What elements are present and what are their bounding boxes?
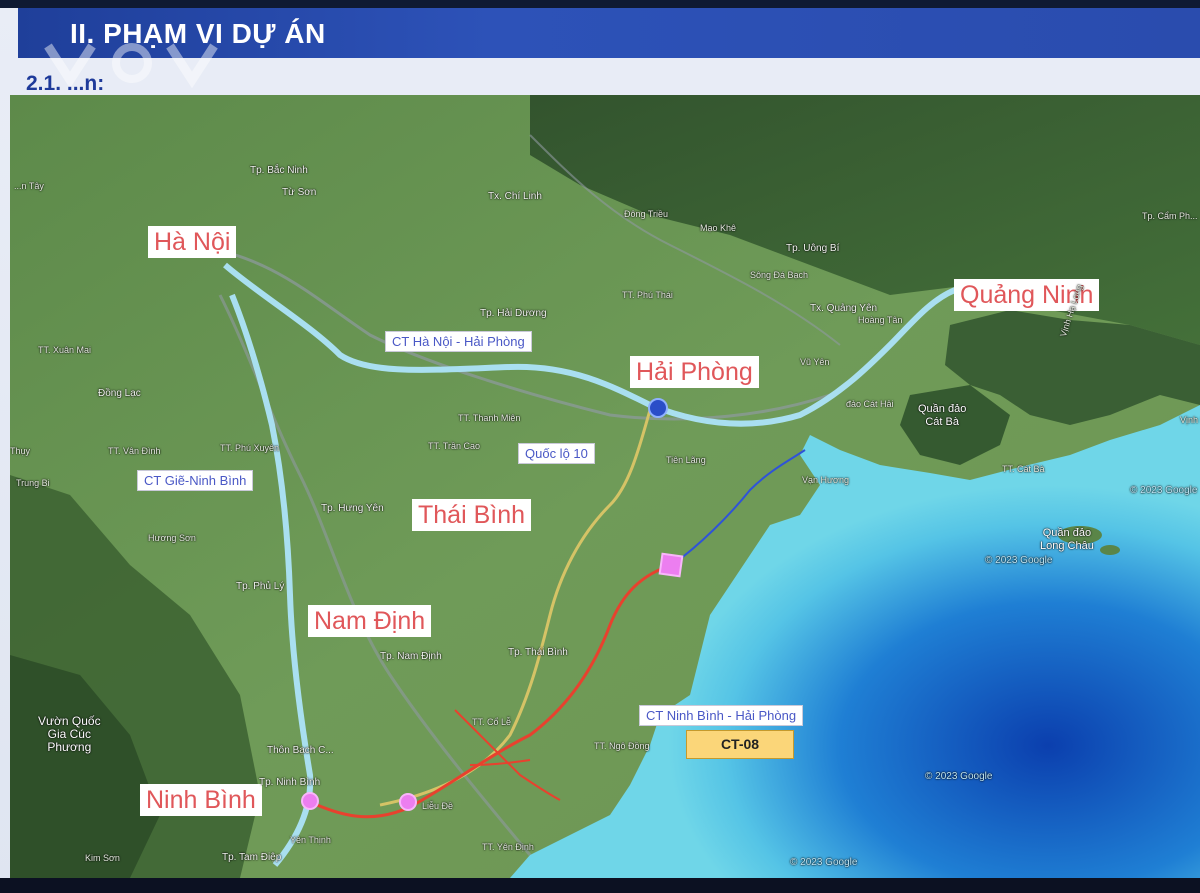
- place-label-dong-trieu: Đông Triều: [624, 209, 669, 219]
- place-label-dao-cat-hai: đảo Cát Hải: [846, 399, 894, 409]
- place-label-dong-lac: Đồng Lạc: [98, 388, 141, 399]
- place-label-song-da-bach: Sông Đá Bạch: [750, 270, 809, 280]
- map-copyright-1: © 2023 Google: [1130, 485, 1198, 496]
- city-label-thai-binh: Thái Bình: [412, 499, 532, 531]
- place-label-chi-linh: Tx. Chí Linh: [488, 191, 542, 202]
- place-label-uong-bi: Tp. Uông Bí: [786, 243, 840, 254]
- place-label-yen-thinh: Yên Thịnh: [290, 835, 331, 845]
- route-label-ql10: Quốc lộ 10: [518, 443, 595, 464]
- place-label-tam-diep: Tp. Tam Điệp: [222, 852, 282, 863]
- route-label-ct-hn-hp: CT Hà Nội - Hải Phòng: [385, 331, 532, 352]
- place-label-phu-ly: Tp. Phủ Lý: [236, 581, 285, 592]
- island-label-cat-ba: Quần đảo Cát Bà: [918, 403, 967, 428]
- place-label-bac-ninh: Tp. Bắc Ninh: [250, 165, 308, 176]
- place-label-tt-cat-ba: TT. Cát Bà: [1002, 464, 1045, 474]
- city-label-hai-phong: Hải Phòng: [630, 356, 759, 388]
- place-label-hung-yen: Tp. Hưng Yên: [321, 503, 384, 514]
- hai-phong-marker: [648, 398, 668, 418]
- slide: II. PHẠM VI DỰ ÁN 2.1. ...n: Hà Nội Quản…: [0, 0, 1200, 893]
- place-label-tt-phu-thai: TT. Phú Thái: [622, 290, 673, 300]
- top-frame: [0, 0, 1200, 8]
- place-label-kim-son: Kim Sơn: [85, 853, 120, 863]
- junction-marker-south: [401, 795, 415, 809]
- place-label-tt-tran-cao: TT. Trần Cao: [428, 441, 481, 451]
- place-label-tt-co-le: TT. Cổ Lễ: [472, 717, 512, 727]
- place-label-trung-bi: Trung Bi: [16, 478, 50, 488]
- place-label-xa-tay: ...n Tây: [14, 181, 44, 191]
- place-label-tu-son: Từ Sơn: [282, 187, 317, 198]
- place-label-tt-van-dinh: TT. Vân Đình: [108, 446, 161, 456]
- route-label-ct-nb-hp: CT Ninh Bình - Hải Phòng: [639, 705, 804, 726]
- bay-label-lan-ha: Vịnh Lan Hạ: [1180, 415, 1200, 425]
- place-label-tt-ngo-dong: TT. Ngô Đồng: [594, 741, 650, 751]
- project-code-badge: CT-08: [686, 730, 794, 759]
- place-label-thon-bach: Thôn Bạch C...: [267, 745, 334, 756]
- place-label-tp-nam-dinh: Tp. Nam Định: [380, 651, 442, 662]
- city-label-ha-noi: Hà Nội: [148, 226, 237, 258]
- place-label-hai-duong: Tp. Hải Dương: [480, 308, 547, 319]
- place-label-tp-ninh-binh: Tp. Ninh Bình: [259, 777, 321, 788]
- map-copyright-4: © 2023 Google: [790, 857, 858, 868]
- junction-marker-north: [660, 554, 682, 576]
- place-label-tp-thai-binh: Tp. Thái Bình: [508, 647, 568, 658]
- map-copyright-2: © 2023 Google: [985, 555, 1053, 566]
- place-label-tt-thanh-mien: TT. Thanh Miện: [458, 413, 521, 423]
- place-label-tien-lang: Tiên Lãng: [666, 455, 706, 465]
- place-label-cam-pha: Tp. Cẩm Ph...: [1142, 211, 1198, 221]
- map-copyright-3: © 2023 Google: [925, 771, 993, 782]
- section-subheading: 2.1. ...n:: [26, 72, 105, 95]
- place-label-mao-khe: Mạo Khê: [700, 223, 737, 233]
- place-label-tt-yen-dinh: TT. Yên Định: [482, 842, 534, 852]
- city-label-nam-dinh: Nam Định: [308, 605, 432, 637]
- island-label-long-chau: Quần đảo Long Châu: [1040, 527, 1094, 552]
- park-label-cuc-phuong: Vườn Quốc Gia Cúc Phương: [38, 714, 101, 754]
- bottom-frame: [0, 878, 1200, 893]
- map-view[interactable]: Hà Nội Quảng Ninh Hải Phòng Thái Bình Na…: [10, 95, 1200, 878]
- place-label-hoang-tan: Hoàng Tân: [858, 315, 903, 325]
- city-label-ninh-binh: Ninh Bình: [140, 784, 262, 816]
- place-label-quang-yen: Tx. Quảng Yên: [810, 303, 878, 314]
- place-label-van-huong: Vạn Hương: [802, 475, 849, 485]
- place-label-vu-yen: Vũ Yên: [800, 357, 830, 367]
- place-label-thuy: Thụy: [10, 446, 31, 456]
- place-label-tt-phu-xuyen: TT. Phú Xuyên: [220, 443, 280, 453]
- place-label-huong-son: Hương Sơn: [148, 533, 196, 543]
- route-label-ct-gie-nb: CT Giẽ-Ninh Bình: [137, 470, 254, 491]
- place-label-lieu-de: Liễu Đề: [422, 801, 454, 811]
- place-label-tt-xuan-mai: TT. Xuân Mai: [38, 345, 92, 355]
- junction-marker-ninh-binh: [303, 794, 317, 808]
